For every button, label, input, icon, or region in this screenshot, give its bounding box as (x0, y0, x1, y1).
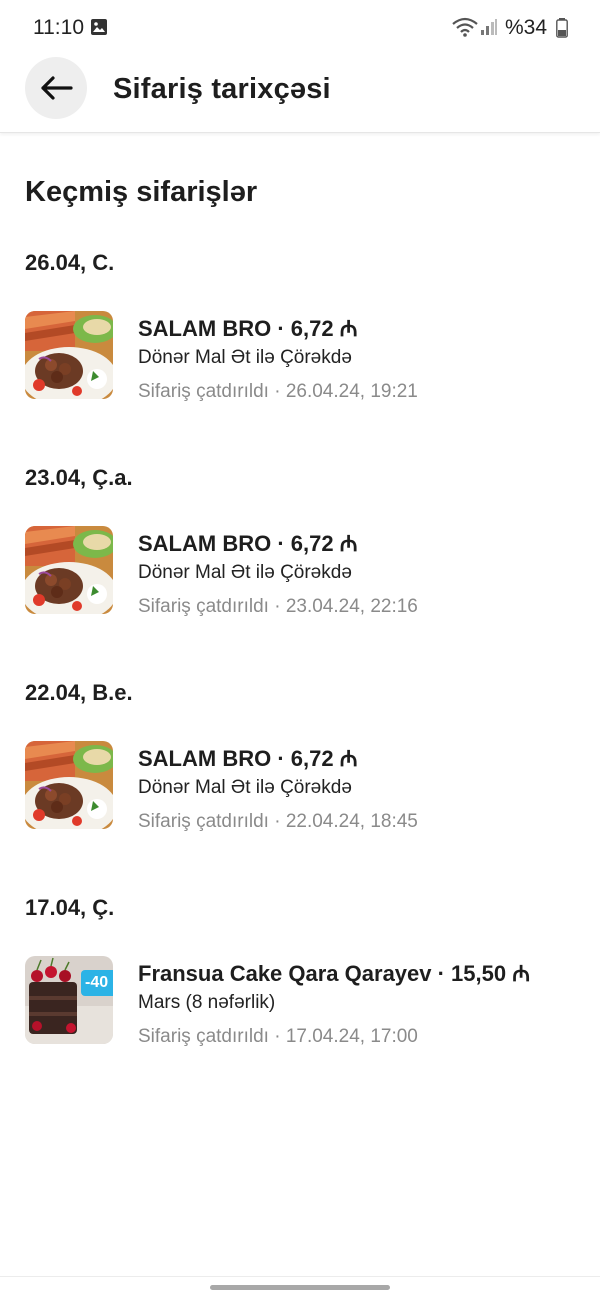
back-button[interactable] (25, 57, 87, 119)
page-title: Sifariş tarixçəsi (113, 73, 331, 105)
food-thumbnail (25, 526, 113, 614)
order-item[interactable]: -40 Fransua Cake Qara Qarayev · 15,50 ₼ … (0, 956, 600, 1056)
home-indicator[interactable] (210, 1285, 390, 1290)
date-header: 22.04, B.e. (25, 680, 133, 705)
battery-icon (556, 18, 568, 38)
order-title: SALAM BRO · 6,72 ₼ (138, 316, 358, 341)
order-title: Fransua Cake Qara Qarayev · 15,50 ₼ (138, 961, 531, 986)
order-status: Sifariş çatdırıldı · 26.04.24, 19:21 (138, 381, 418, 402)
order-item[interactable]: SALAM BRO · 6,72 ₼ Dönər Mal Ət ilə Çörə… (0, 741, 600, 841)
signal-icon (481, 19, 497, 35)
date-header: 23.04, Ç.a. (25, 465, 133, 490)
order-status: Sifariş çatdırıldı · 23.04.24, 22:16 (138, 596, 418, 617)
order-title: SALAM BRO · 6,72 ₼ (138, 531, 358, 556)
date-header: 17.04, Ç. (25, 895, 115, 920)
status-bar: 11:10 %34 (0, 0, 600, 56)
order-item-name: Dönər Mal Ət ilə Çörəkdə (138, 347, 352, 368)
order-item-name: Dönər Mal Ət ilə Çörəkdə (138, 777, 352, 798)
discount-badge: -40 (81, 970, 113, 996)
section-title: Keçmiş sifarişlər (25, 176, 258, 208)
food-thumbnail (25, 311, 113, 399)
status-time: 11:10 (33, 16, 84, 39)
cake-thumbnail: -40 (25, 956, 113, 1044)
app-header: Sifariş tarixçəsi (0, 56, 600, 133)
date-header: 26.04, C. (25, 250, 115, 275)
food-thumbnail (25, 741, 113, 829)
order-status: Sifariş çatdırıldı · 22.04.24, 18:45 (138, 811, 418, 832)
order-item[interactable]: SALAM BRO · 6,72 ₼ Dönər Mal Ət ilə Çörə… (0, 526, 600, 626)
order-item-name: Dönər Mal Ət ilə Çörəkdə (138, 562, 352, 583)
order-status: Sifariş çatdırıldı · 17.04.24, 17:00 (138, 1026, 418, 1047)
battery-percentage: %34 (505, 16, 548, 39)
order-item-name: Mars (8 nəfərlik) (138, 992, 276, 1013)
bottom-divider (0, 1276, 600, 1277)
gallery-icon (91, 19, 107, 35)
order-item[interactable]: SALAM BRO · 6,72 ₼ Dönər Mal Ət ilə Çörə… (0, 311, 600, 411)
order-title: SALAM BRO · 6,72 ₼ (138, 746, 358, 771)
wifi-icon (452, 17, 478, 37)
arrow-left-icon (41, 76, 73, 100)
